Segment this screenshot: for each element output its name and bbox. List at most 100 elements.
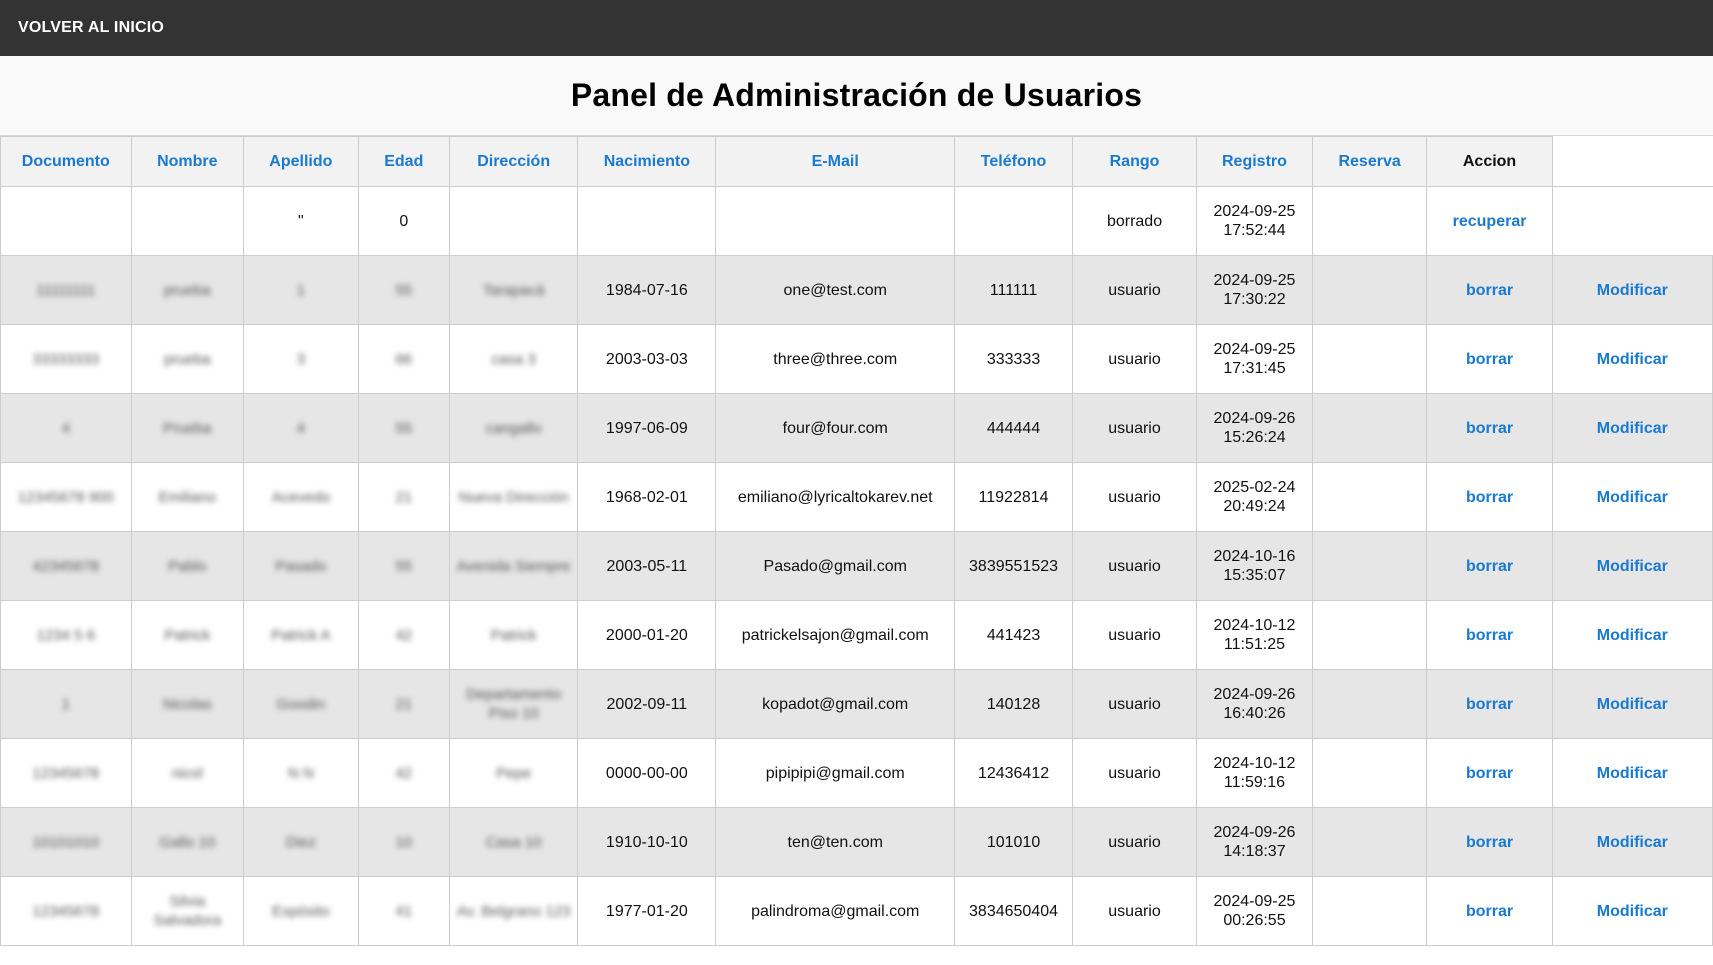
blurred-value: casa 3 bbox=[491, 350, 536, 368]
blurred-value: 10101010 bbox=[32, 833, 100, 851]
delete-button[interactable]: borrar bbox=[1426, 600, 1553, 670]
cell-empty bbox=[1551, 186, 1713, 256]
blurred-value: 33333333 bbox=[32, 350, 100, 368]
cell-reserva bbox=[1311, 531, 1428, 601]
cell-telefono: 441423 bbox=[954, 600, 1073, 670]
cell-apellido: 4 bbox=[243, 393, 359, 463]
cell-rango: usuario bbox=[1071, 807, 1198, 877]
cell-direccion: Patrick bbox=[448, 600, 579, 670]
table-row: 10101010 Gallo 10 Diez 10 Casa 10 1910-10-10 t… bbox=[0, 807, 1713, 877]
blurred-value: Gallo 10 bbox=[159, 833, 216, 851]
column-header-documento[interactable]: Documento bbox=[0, 136, 132, 187]
blurred-value: Departamento Piso 10 bbox=[466, 686, 562, 722]
delete-button[interactable]: borrar bbox=[1426, 807, 1553, 877]
blurred-value: N N bbox=[287, 764, 314, 782]
table-row: 12345678 900 Emiliano Acevedo 21 Nueva Direc… bbox=[0, 462, 1713, 532]
cell-telefono: 11922814 bbox=[954, 462, 1073, 532]
modify-button[interactable]: Modificar bbox=[1551, 324, 1713, 394]
column-header-accion: Accion bbox=[1426, 136, 1553, 187]
cell-edad: 42 bbox=[357, 738, 450, 808]
modify-button[interactable]: Modificar bbox=[1551, 393, 1713, 463]
modify-button[interactable]: Modificar bbox=[1551, 738, 1713, 808]
cell-telefono: 12436412 bbox=[954, 738, 1073, 808]
cell-nombre bbox=[130, 186, 245, 256]
cell-rango: usuario bbox=[1071, 255, 1198, 325]
column-header-empty bbox=[1551, 136, 1713, 187]
blurred-value: 21 bbox=[395, 695, 413, 713]
cell-email: Pasado@gmail.com bbox=[715, 531, 956, 601]
blurred-value: Silvia Salvadora bbox=[153, 893, 222, 929]
cell-email bbox=[715, 186, 956, 256]
blurred-value: 21 bbox=[395, 488, 413, 506]
delete-button[interactable]: borrar bbox=[1426, 393, 1553, 463]
cell-registro: 2024-10-12 11:51:25 bbox=[1196, 600, 1313, 670]
column-header-registro[interactable]: Registro bbox=[1196, 136, 1313, 187]
blurred-value: 55 bbox=[395, 281, 413, 299]
blurred-value: Nicolas bbox=[162, 695, 212, 713]
cell-registro: 2025-02-24 20:49:24 bbox=[1196, 462, 1313, 532]
delete-button[interactable]: borrar bbox=[1426, 255, 1553, 325]
delete-button[interactable]: borrar bbox=[1426, 531, 1553, 601]
table-row: 1234 5 6 Patrick Patrick A 42 Patrick 2000-01… bbox=[0, 600, 1713, 670]
cell-email: palindroma@gmail.com bbox=[715, 876, 956, 946]
cell-nacimiento bbox=[577, 186, 717, 256]
column-header-nombre[interactable]: Nombre bbox=[130, 136, 245, 187]
table-row: 42345678 Pablo Pasado 55 Avenida Siempre 2003… bbox=[0, 531, 1713, 601]
modify-button[interactable]: Modificar bbox=[1551, 669, 1713, 739]
cell-telefono: 140128 bbox=[954, 669, 1073, 739]
column-header-telefono[interactable]: Teléfono bbox=[954, 136, 1073, 187]
blurred-value: Avenida Siempre bbox=[456, 557, 571, 575]
cell-rango: usuario bbox=[1071, 600, 1198, 670]
modify-button[interactable]: Modificar bbox=[1551, 462, 1713, 532]
recover-button[interactable]: recuperar bbox=[1426, 186, 1553, 256]
delete-button[interactable]: borrar bbox=[1426, 669, 1553, 739]
cell-telefono: 101010 bbox=[954, 807, 1073, 877]
cell-nacimiento: 0000-00-00 bbox=[577, 738, 717, 808]
blurred-value: Goodin bbox=[276, 695, 326, 713]
column-header-direccion[interactable]: Dirección bbox=[448, 136, 579, 187]
blurred-value: Av. Belgrano 123 bbox=[456, 902, 571, 920]
blurred-value: 55 bbox=[395, 419, 413, 437]
column-header-edad[interactable]: Edad bbox=[357, 136, 450, 187]
cell-edad: 21 bbox=[357, 669, 450, 739]
cell-nombre: Prueba bbox=[130, 393, 245, 463]
cell-documento: 12345678 bbox=[0, 738, 132, 808]
column-header-rango[interactable]: Rango bbox=[1071, 136, 1198, 187]
delete-button[interactable]: borrar bbox=[1426, 324, 1553, 394]
blurred-value: 66 bbox=[395, 350, 413, 368]
modify-button[interactable]: Modificar bbox=[1551, 876, 1713, 946]
delete-button[interactable]: borrar bbox=[1426, 462, 1553, 532]
back-home-link[interactable]: VOLVER AL INICIO bbox=[18, 19, 164, 37]
modify-button[interactable]: Modificar bbox=[1551, 600, 1713, 670]
cell-reserva bbox=[1311, 738, 1428, 808]
modify-button[interactable]: Modificar bbox=[1551, 255, 1713, 325]
column-header-nacimiento[interactable]: Nacimiento bbox=[577, 136, 717, 187]
cell-documento bbox=[0, 186, 132, 256]
users-table: Documento Nombre Apellido Edad Dirección… bbox=[0, 136, 1713, 946]
blurred-value: Casa 10 bbox=[485, 833, 542, 851]
blurred-value: Pasado bbox=[275, 557, 327, 575]
cell-reserva bbox=[1311, 807, 1428, 877]
delete-button[interactable]: borrar bbox=[1426, 738, 1553, 808]
cell-reserva bbox=[1311, 462, 1428, 532]
column-header-email[interactable]: E-Mail bbox=[715, 136, 956, 187]
modify-button[interactable]: Modificar bbox=[1551, 531, 1713, 601]
column-header-apellido[interactable]: Apellido bbox=[243, 136, 359, 187]
modify-button[interactable]: Modificar bbox=[1551, 807, 1713, 877]
cell-registro: 2024-09-25 17:52:44 bbox=[1196, 186, 1313, 256]
blurred-value: Patrick A bbox=[271, 626, 331, 644]
cell-apellido: 1 bbox=[243, 255, 359, 325]
delete-button[interactable]: borrar bbox=[1426, 876, 1553, 946]
cell-reserva bbox=[1311, 600, 1428, 670]
cell-nombre: Emiliano bbox=[130, 462, 245, 532]
blurred-value: 3 bbox=[296, 350, 306, 368]
cell-apellido: 3 bbox=[243, 324, 359, 394]
table-row: 4 Prueba 4 55 cangallo 1997-06-09 four@four.co… bbox=[0, 393, 1713, 463]
cell-nacimiento: 2000-01-20 bbox=[577, 600, 717, 670]
cell-rango: usuario bbox=[1071, 531, 1198, 601]
cell-documento: 42345678 bbox=[0, 531, 132, 601]
cell-telefono: 3839551523 bbox=[954, 531, 1073, 601]
column-header-reserva[interactable]: Reserva bbox=[1311, 136, 1428, 187]
cell-direccion: Av. Belgrano 123 bbox=[448, 876, 579, 946]
cell-apellido: Goodin bbox=[243, 669, 359, 739]
